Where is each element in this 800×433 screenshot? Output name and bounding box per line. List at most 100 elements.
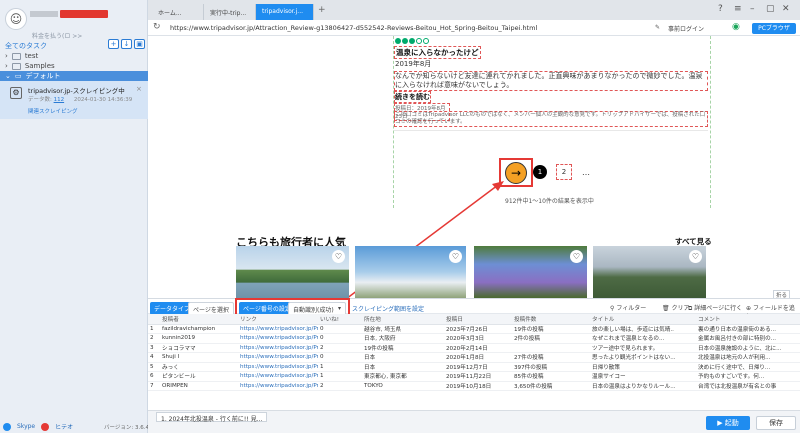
attraction-card-1[interactable]: ♡ [236, 246, 349, 298]
table-cell: 温泉サイコー [590, 371, 696, 382]
folder-test[interactable]: › test [5, 52, 38, 60]
skype-link[interactable]: Skype [17, 423, 35, 430]
table-cell: 日本の温泉はよりかなりルール... [590, 381, 696, 391]
column-header[interactable]: コメント [696, 314, 800, 325]
folder-label: test [24, 52, 39, 60]
results-count: 912件中1～10件の結果を表示中 [505, 198, 594, 205]
table-cell: 2 [318, 343, 362, 353]
table-cell[interactable]: https://www.tripadvisor.jp/Profil... [238, 362, 318, 372]
table-cell: 1 [148, 324, 160, 334]
table-row[interactable]: 6ピタンビールhttps://www.tripadvisor.jp/Profil… [148, 371, 800, 382]
url-field[interactable]: https://www.tripadvisor.jp/Attraction_Re… [170, 22, 650, 35]
task-name: tripadvisor.jp-スクレイピング中 [28, 87, 125, 95]
menu-icon[interactable]: ≡ [734, 4, 742, 14]
data-table: 投稿者 リンク いいね! 所在地 投稿日 投稿件数 タイトル コメント 1 fazildravi… [148, 314, 800, 408]
related-scraping-link[interactable]: 関連スクレイピング [28, 107, 78, 115]
table-cell: 4 [148, 352, 160, 363]
table-cell: 27件の投稿 [512, 352, 590, 363]
table-row[interactable]: 4Shuji Ihttps://www.tripadvisor.jp/Profi… [148, 352, 800, 363]
edit-icon[interactable]: ✎ [655, 24, 660, 31]
table-row[interactable]: 5みっくhttps://www.tripadvisor.jp/Profil...… [148, 362, 800, 372]
folder-label: デフォルト [25, 72, 61, 80]
table-cell: ORIMPEN [160, 381, 238, 391]
table-cell: 2 [148, 333, 160, 344]
email-icon[interactable] [41, 422, 50, 431]
table-cell: ピタンビール [160, 371, 238, 382]
column-header[interactable] [148, 314, 160, 325]
import-icon[interactable]: ↓ [121, 39, 132, 49]
task-date: 2024-01-30 14:36:39 [73, 97, 133, 103]
close-icon[interactable]: × [136, 85, 142, 93]
minimize-icon[interactable]: – [750, 4, 755, 14]
table-cell: ツアー途中で見られます。 [590, 343, 696, 353]
all-tasks-label[interactable]: 全てのタスク [5, 41, 47, 51]
attraction-card-4[interactable]: ♡ [593, 246, 706, 298]
table-cell[interactable]: https://www.tripadvisor.jp/Profil... [238, 381, 318, 391]
filter-button[interactable]: ⚲ フィルター [610, 303, 646, 312]
close-window-icon[interactable]: ✕ [782, 4, 790, 14]
attraction-card-2[interactable]: ♡ [355, 246, 466, 298]
table-row[interactable]: 3ショコラママhttps://www.tripadvisor.jp/Profil… [148, 343, 800, 353]
table-cell: 日本 [362, 352, 444, 363]
column-header[interactable]: 投稿日 [444, 314, 512, 325]
column-header[interactable]: 所在地 [362, 314, 444, 325]
folder-default[interactable]: ⌄ ▭ デフォルト [0, 71, 148, 81]
column-header[interactable]: タイトル [590, 314, 696, 325]
page-2[interactable]: 2 [556, 164, 572, 180]
column-header[interactable]: いいね! [318, 314, 362, 325]
clear-button[interactable]: 🗑 クリア [662, 303, 690, 312]
table-cell: 日帰り散策 [590, 362, 696, 372]
page-tab[interactable]: 1. 2024年北投温泉 - 行く前に!! 見... [156, 412, 268, 423]
heart-icon[interactable]: ♡ [689, 250, 702, 263]
heart-icon[interactable]: ♡ [449, 250, 462, 263]
tab-running[interactable]: 実行中-trip... [204, 4, 256, 20]
tab-home[interactable]: ホーム... [152, 4, 204, 20]
folder-add-icon[interactable]: ▣ [134, 39, 145, 49]
table-cell: 6 [148, 371, 160, 382]
heart-icon[interactable]: ♡ [332, 250, 345, 263]
column-header[interactable]: 投稿件数 [512, 314, 590, 325]
table-row[interactable]: 2kunnin2019https://www.tripadvisor.jp/Pr… [148, 333, 800, 344]
avatar[interactable]: ☺ [5, 8, 27, 30]
scraping-range-link[interactable]: スクレイピング範囲を設定 [352, 304, 424, 313]
table-body: 1 fazildravichampion https://www.tripadvis… [148, 324, 800, 391]
table-header: 投稿者 リンク いいね! 所在地 投稿日 投稿件数 タイトル コメント [148, 314, 800, 325]
pc-browser-button[interactable]: PCブラウザ [752, 23, 796, 34]
pricing-link[interactable]: 料金を払う(ロ >> [32, 31, 82, 40]
table-cell[interactable]: https://www.tripadvisor.jp/Profil... [238, 371, 318, 382]
new-tab-icon[interactable]: + [318, 5, 326, 15]
read-more-link[interactable]: 続きを読む [394, 91, 431, 103]
table-cell: 19件の投稿 [362, 343, 444, 353]
task-meta: データ数: 112 2024-01-30 14:36:39 [28, 95, 132, 103]
new-task-icon[interactable]: + [108, 39, 119, 49]
attraction-card-3[interactable]: ♡ [474, 246, 587, 298]
table-cell[interactable]: https://www.tripadvisor.jp/Profil... [238, 333, 318, 344]
table-cell[interactable]: https://www.tripadvisor.jp/Profil... [238, 324, 318, 334]
email-link[interactable]: ヒテオ [55, 422, 73, 431]
auto-detect-value: 自動識別(成功) [293, 307, 334, 314]
table-row[interactable]: 7ORIMPENhttps://www.tripadvisor.jp/Profi… [148, 381, 800, 391]
table-cell: 3 [148, 343, 160, 353]
help-icon[interactable]: ? [718, 4, 723, 14]
table-cell: Shuji I [160, 352, 238, 363]
run-button[interactable]: ▶ 起動 [706, 416, 750, 430]
column-header[interactable]: リンク [238, 314, 318, 325]
maximize-icon[interactable]: ▢ [766, 4, 775, 14]
save-button[interactable]: 保存 [756, 416, 796, 430]
table-cell[interactable]: https://www.tripadvisor.jp/Profil... [238, 343, 318, 353]
table-cell: 2020年1月8日 [444, 352, 512, 363]
task-count[interactable]: 112 [54, 97, 65, 103]
heart-icon[interactable]: ♡ [570, 250, 583, 263]
review-title[interactable]: 温泉に入らなかったけど [394, 46, 481, 59]
detail-page-button[interactable]: ⧉ 詳細ページに行く [688, 303, 742, 313]
page-1[interactable]: 1 [533, 165, 547, 179]
column-header[interactable]: 投稿者 [160, 314, 238, 325]
table-cell: 2件の投稿 [512, 333, 590, 344]
pre-login-button[interactable]: 事前ログイン [668, 24, 704, 33]
skype-icon[interactable] [3, 422, 11, 431]
table-cell[interactable]: https://www.tripadvisor.jp/Profil... [238, 352, 318, 363]
tab-tripadvisor[interactable]: tripadvisor.j... [256, 4, 314, 20]
reload-icon[interactable]: ↻ [153, 22, 161, 32]
table-row[interactable]: 1 fazildravichampion https://www.tripadvis… [148, 324, 800, 334]
folder-samples[interactable]: › Samples [5, 62, 55, 70]
